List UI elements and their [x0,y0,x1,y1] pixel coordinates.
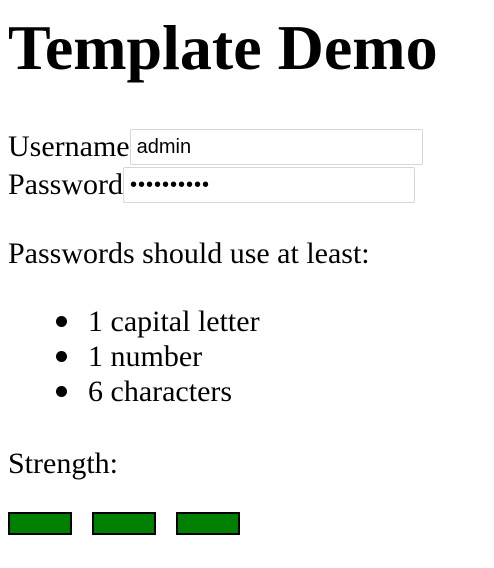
strength-segment [92,512,156,535]
strength-segment [176,512,240,535]
username-row: Username [8,128,423,166]
page-title: Template Demo [8,12,438,83]
list-item: 6 characters [8,374,260,409]
password-input[interactable] [123,167,416,203]
list-item: 1 capital letter [8,304,260,339]
requirement-text: 1 capital letter [88,305,260,338]
strength-meter [8,512,240,535]
username-input[interactable] [129,129,423,165]
bullet-icon [56,351,67,362]
password-row: Password [8,166,416,204]
requirement-text: 6 characters [88,375,233,408]
list-item: 1 number [8,339,260,374]
requirement-text: 1 number [88,340,203,373]
requirements-list: 1 capital letter 1 number 6 characters [8,304,260,409]
password-hint: Passwords should use at least: [8,237,370,270]
password-label: Password [8,168,124,201]
bullet-icon [56,316,67,327]
username-label: Username [8,130,130,163]
bullet-icon [56,386,67,397]
strength-label: Strength: [8,447,118,480]
strength-segment [8,512,72,535]
